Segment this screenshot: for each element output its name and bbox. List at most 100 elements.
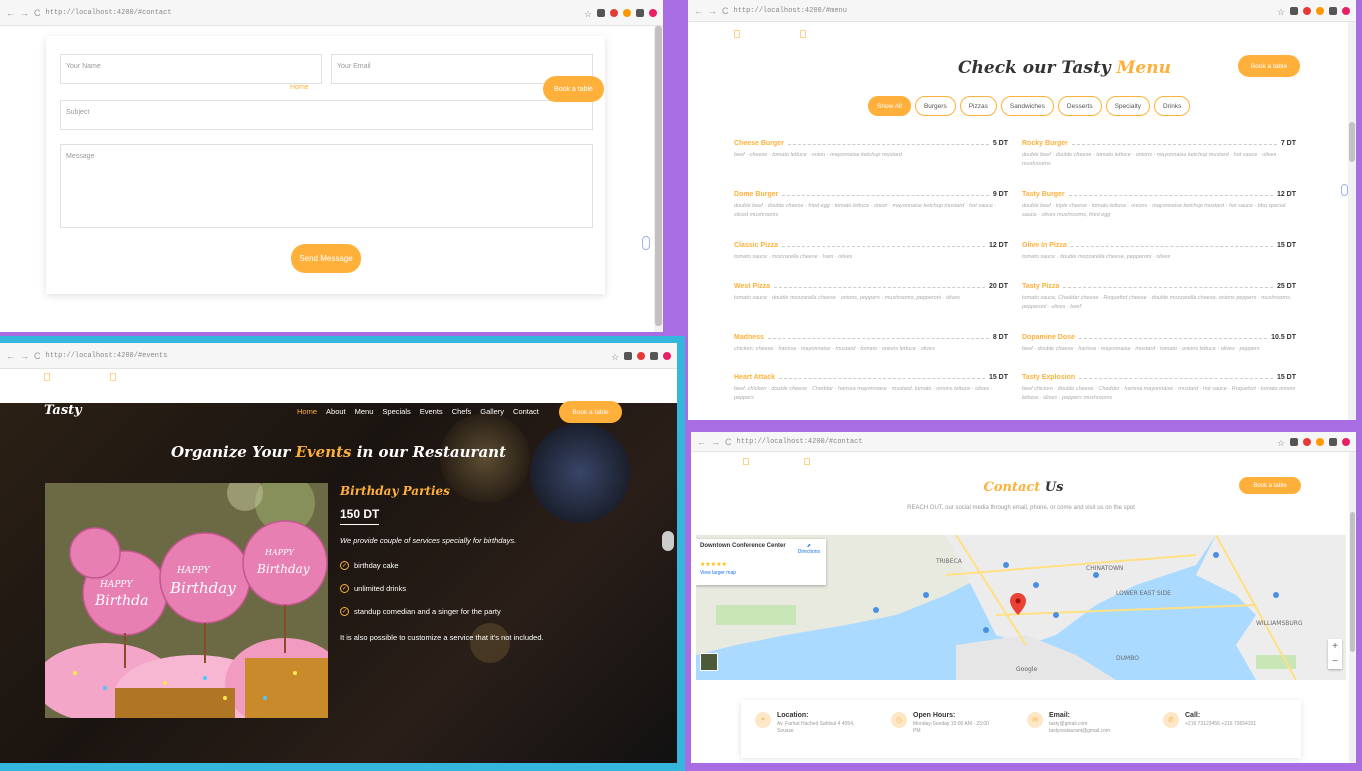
puzzle-icon[interactable] bbox=[650, 351, 658, 360]
bookmark-star-icon[interactable]: ☆ bbox=[584, 9, 592, 19]
reload-icon[interactable]: C bbox=[34, 8, 41, 18]
zoom-in-icon[interactable]: + bbox=[1328, 639, 1342, 654]
menu-item: Tasty Pizza 25 DT tomato sauce, Cheddar ch… bbox=[1022, 283, 1296, 312]
extension-icon[interactable] bbox=[1303, 437, 1311, 446]
extension-icon[interactable] bbox=[1290, 6, 1298, 15]
menu-item-description: beef chicken · double cheese · Cheddar ·… bbox=[1022, 386, 1296, 401]
nav-menu[interactable]: Menu bbox=[355, 407, 374, 416]
title-text: Us bbox=[1040, 480, 1064, 495]
profile-avatar[interactable] bbox=[1342, 437, 1350, 446]
title-text: Check our Tasty bbox=[958, 58, 1117, 78]
browser-toolbar: ← → C http://localhost:4200/#contact ☆ bbox=[691, 432, 1356, 452]
event-price: 150 DT bbox=[340, 507, 380, 525]
address-bar[interactable]: http://localhost:4200/#contact bbox=[737, 438, 1273, 446]
forward-icon[interactable]: → bbox=[20, 351, 29, 361]
extension-icon[interactable] bbox=[623, 8, 631, 17]
check-circle-icon: ✓ bbox=[340, 561, 349, 570]
back-icon[interactable]: ← bbox=[697, 437, 706, 447]
book-table-button[interactable]: Book a table bbox=[543, 76, 604, 102]
menu-item-description: beef · cheese · tomato lettuce · onion ·… bbox=[734, 152, 902, 158]
bookmark-star-icon[interactable]: ☆ bbox=[1277, 438, 1285, 448]
filter-pizzas[interactable]: Pizzas bbox=[959, 96, 997, 116]
address-bar[interactable]: http://localhost:4200/#menu bbox=[734, 7, 1273, 15]
extension-icon[interactable] bbox=[1316, 6, 1324, 15]
check-circle-icon: ✓ bbox=[340, 607, 349, 616]
reload-icon[interactable]: C bbox=[34, 351, 41, 361]
map-label: Google bbox=[1016, 666, 1037, 673]
extension-icon[interactable] bbox=[597, 8, 605, 17]
puzzle-icon[interactable] bbox=[636, 8, 644, 17]
extensions-bar: ☆ bbox=[611, 351, 671, 362]
menu-item-name: Olive In Pizza bbox=[1022, 242, 1067, 249]
filter-burgers[interactable]: Burgers bbox=[914, 96, 956, 116]
extension-icon[interactable] bbox=[1303, 6, 1311, 15]
menu-item-name: Tasty Explosion bbox=[1022, 374, 1076, 381]
menu-item-description: tomato sauce · double mozzarella cheese,… bbox=[1022, 254, 1171, 260]
nav-contact[interactable]: Contact bbox=[513, 407, 539, 416]
menu-item-price: 15 DT bbox=[1276, 374, 1296, 381]
menu-item-description: double beef · double cheese · fried egg … bbox=[734, 203, 997, 218]
profile-avatar[interactable] bbox=[649, 8, 657, 17]
site-logo[interactable]: Tasty bbox=[44, 403, 82, 418]
send-message-button[interactable]: Send Message bbox=[291, 244, 361, 273]
filter-desserts[interactable]: Desserts bbox=[1057, 96, 1102, 116]
nav-events[interactable]: Events bbox=[420, 407, 443, 416]
extension-icon[interactable] bbox=[1316, 437, 1324, 446]
map-zoom-controls[interactable]: + − bbox=[1328, 639, 1342, 669]
name-field[interactable]: Your Name bbox=[60, 54, 322, 84]
dotted-leader bbox=[778, 378, 985, 379]
back-icon[interactable]: ← bbox=[6, 8, 15, 18]
menu-item: Madness 8 DT chicken, cheese · harissa · m… bbox=[734, 334, 1008, 354]
book-table-button[interactable]: Book a table bbox=[1238, 55, 1300, 77]
view-larger-map-link[interactable]: View larger map bbox=[700, 570, 822, 576]
scrollbar[interactable] bbox=[654, 26, 663, 332]
favicon-placeholder bbox=[44, 373, 50, 381]
nav-chefs[interactable]: Chefs bbox=[452, 407, 472, 416]
zoom-out-icon[interactable]: − bbox=[1328, 654, 1342, 669]
nav-about[interactable]: About bbox=[326, 407, 346, 416]
forward-icon[interactable]: → bbox=[711, 437, 720, 447]
subject-field[interactable]: Subject bbox=[60, 100, 593, 130]
scrollbar[interactable] bbox=[1349, 452, 1356, 763]
extension-icon[interactable] bbox=[624, 351, 632, 360]
menu-item-price: 12 DT bbox=[988, 242, 1008, 249]
message-field[interactable]: Message bbox=[60, 144, 593, 228]
forward-icon[interactable]: → bbox=[20, 8, 29, 18]
menu-item: Olive In Pizza 15 DT tomato sauce · double… bbox=[1022, 242, 1296, 262]
filter-specialty[interactable]: Specialty bbox=[1105, 96, 1150, 116]
favicon-placeholder bbox=[800, 30, 806, 38]
filter-show-all[interactable]: Show All bbox=[868, 96, 911, 116]
google-map[interactable]: CHINATOWN LOWER EAST SIDE TRIBECA DUMBO … bbox=[696, 535, 1346, 680]
reload-icon[interactable]: C bbox=[725, 437, 732, 447]
profile-avatar[interactable] bbox=[663, 351, 671, 360]
back-icon[interactable]: ← bbox=[6, 351, 15, 361]
address-bar[interactable]: http://localhost:4200/#contact bbox=[46, 9, 580, 17]
home-link[interactable]: Home bbox=[290, 84, 309, 91]
profile-avatar[interactable] bbox=[1342, 6, 1350, 15]
book-table-button[interactable]: Book a table bbox=[559, 401, 622, 423]
extension-icon[interactable] bbox=[610, 8, 618, 17]
nav-specials[interactable]: Specials bbox=[382, 407, 410, 416]
menu-item-price: 25 DT bbox=[1276, 283, 1296, 290]
book-table-button[interactable]: Book a table bbox=[1239, 477, 1301, 494]
back-icon[interactable]: ← bbox=[694, 6, 703, 16]
nav-gallery[interactable]: Gallery bbox=[480, 407, 504, 416]
satellite-toggle[interactable] bbox=[700, 653, 718, 671]
forward-icon[interactable]: → bbox=[708, 6, 717, 16]
filter-sandwiches[interactable]: Sandwiches bbox=[1000, 96, 1054, 116]
extension-icon[interactable] bbox=[637, 351, 645, 360]
extension-icon[interactable] bbox=[1290, 437, 1298, 446]
address-bar[interactable]: http://localhost:4200/#events bbox=[46, 352, 607, 360]
nav-home[interactable]: Home bbox=[297, 407, 317, 416]
scrollbar[interactable] bbox=[1348, 22, 1356, 420]
directions-link[interactable]: ⬈ Directions bbox=[798, 543, 820, 555]
puzzle-icon[interactable] bbox=[1329, 6, 1337, 15]
bookmark-star-icon[interactable]: ☆ bbox=[611, 352, 619, 362]
reload-icon[interactable]: C bbox=[722, 6, 729, 16]
filter-drinks[interactable]: Drinks bbox=[1153, 96, 1191, 116]
contact-info-item: ◷ Open Hours: Monday-Sunday 10:00 AM - 23:… bbox=[891, 712, 996, 735]
bookmark-star-icon[interactable]: ☆ bbox=[1277, 7, 1285, 17]
puzzle-icon[interactable] bbox=[1329, 437, 1337, 446]
events-heading: Organize Your Events in our Restaurant bbox=[0, 443, 677, 461]
carousel-dot[interactable] bbox=[662, 531, 674, 551]
